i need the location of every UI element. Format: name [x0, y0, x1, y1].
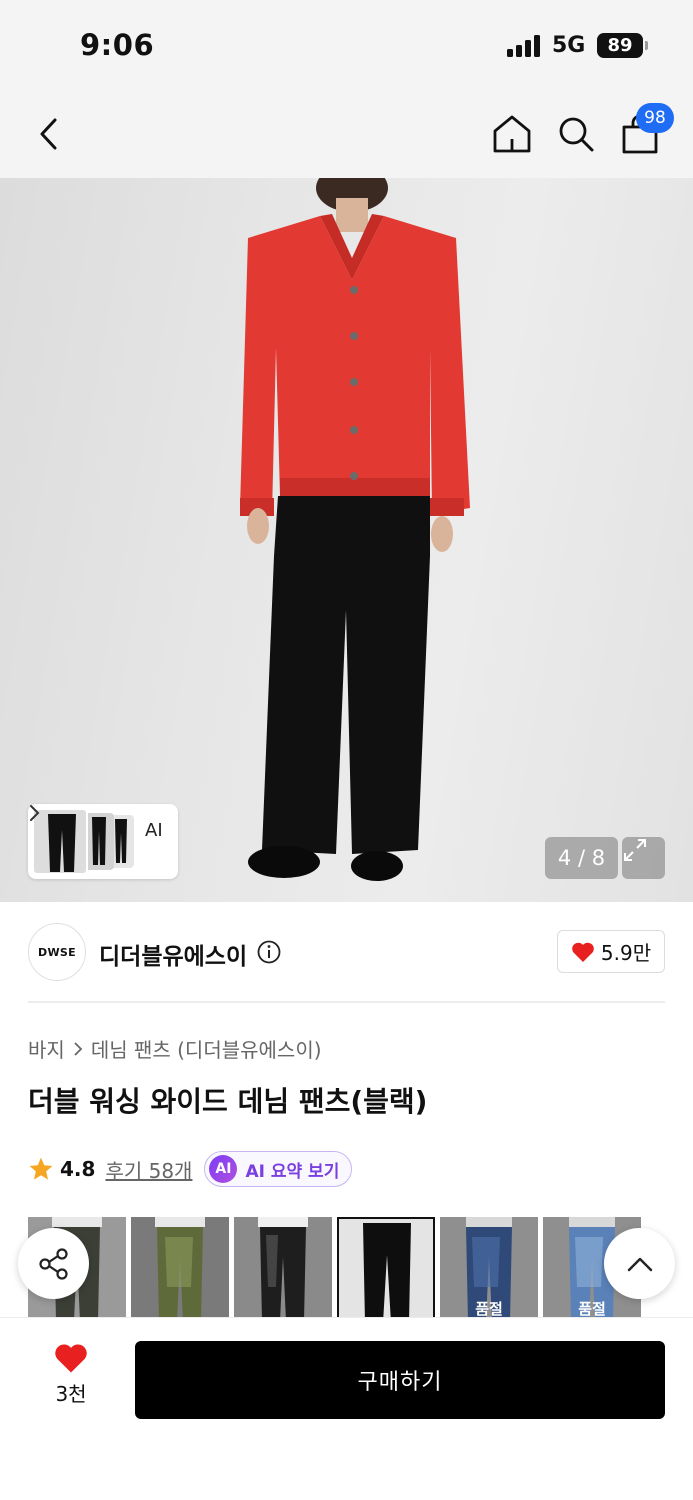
home-icon	[493, 115, 531, 153]
breadcrumb-subcategory[interactable]: 데님 팬츠 (디더블유에스이)	[91, 1034, 322, 1063]
back-button[interactable]	[22, 90, 78, 178]
brand-like-count: 5.9만	[600, 941, 652, 965]
info-icon[interactable]	[257, 940, 281, 964]
image-counter: 4 / 8	[545, 837, 618, 879]
variant-thumb-selected[interactable]	[337, 1217, 435, 1317]
status-bar: 9:06 5G 89	[0, 0, 693, 90]
network-label: 5G	[552, 33, 586, 58]
ai-badge-icon: AI	[209, 1155, 238, 1183]
color-variant-strip: 품절 품절	[28, 1217, 693, 1317]
soldout-label: 품절	[475, 1300, 503, 1317]
bottom-action-bar: 3천 구매하기	[0, 1317, 693, 1500]
status-time: 9:06	[80, 28, 155, 62]
search-icon	[559, 117, 594, 152]
variant-thumb[interactable]	[234, 1217, 332, 1317]
heart-icon	[572, 942, 594, 962]
ai-thumb-2	[84, 813, 114, 870]
soldout-label: 품절	[578, 1300, 606, 1317]
nav-bar	[0, 90, 693, 178]
share-icon	[38, 1247, 68, 1280]
wishlist-count: 3천	[55, 1382, 87, 1406]
variant-thumb-soldout[interactable]: 품절	[440, 1217, 538, 1317]
back-icon	[40, 118, 57, 150]
star-icon	[29, 1157, 53, 1180]
signal-icon	[507, 35, 543, 57]
product-image[interactable]: AI 4 / 8	[0, 178, 693, 902]
breadcrumb-category[interactable]: 바지	[28, 1034, 65, 1063]
battery-tip	[645, 41, 648, 50]
expand-icon	[624, 839, 646, 861]
ai-summary-label: AI 요약 보기	[245, 1161, 340, 1182]
breadcrumb: 바지 데님 팬츠 (디더블유에스이)	[28, 1034, 322, 1063]
product-title: 더블 워싱 와이드 데님 팬츠(블랙)	[28, 1085, 428, 1118]
rating-row: 4.8 후기 58개 AI AI 요약 보기	[28, 1150, 353, 1188]
ai-summary-button[interactable]: AI AI 요약 보기	[204, 1151, 353, 1187]
review-link[interactable]: 후기 58개	[105, 1155, 192, 1184]
heart-icon	[55, 1344, 87, 1373]
ai-thumb-1	[32, 808, 88, 875]
variant-thumb[interactable]	[131, 1217, 229, 1317]
chevron-right-icon	[74, 1041, 83, 1056]
chevron-up-icon	[627, 1257, 652, 1271]
cart-count-badge[interactable]: 98	[636, 103, 674, 133]
chevron-right-icon	[30, 805, 40, 821]
rating-value: 4.8	[60, 1157, 96, 1181]
brand-logo[interactable]: DWSE	[28, 923, 86, 981]
expand-button[interactable]	[622, 837, 665, 879]
home-button[interactable]	[484, 90, 540, 178]
model-photo	[240, 178, 470, 881]
brand-name[interactable]: 디더블유에스이	[99, 937, 247, 971]
buy-button[interactable]: 구매하기	[135, 1341, 665, 1419]
divider	[28, 1001, 665, 1003]
ai-similar-items[interactable]: AI	[28, 804, 178, 879]
wishlist-button[interactable]: 3천	[36, 1342, 106, 1422]
ai-label: AI	[145, 820, 163, 841]
brand-like-button[interactable]: 5.9만	[557, 930, 665, 973]
search-button[interactable]	[548, 90, 604, 178]
battery-icon: 89	[597, 33, 643, 58]
scroll-top-button[interactable]	[604, 1228, 675, 1299]
share-button[interactable]	[18, 1228, 89, 1299]
